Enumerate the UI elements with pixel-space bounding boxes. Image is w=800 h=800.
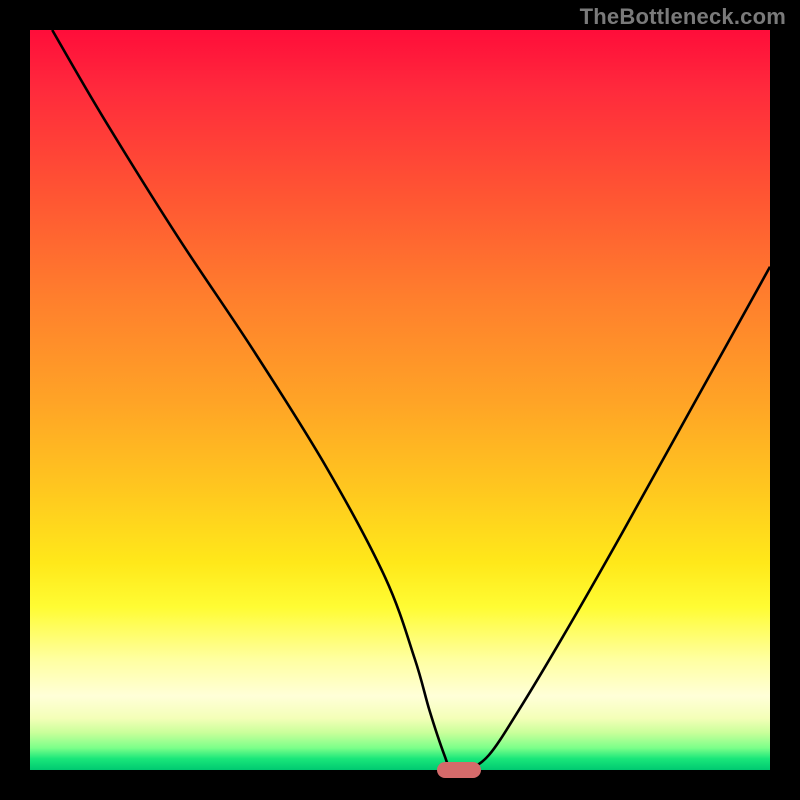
minimum-marker [437, 762, 481, 778]
bottleneck-curve [30, 30, 770, 770]
watermark-text: TheBottleneck.com [580, 4, 786, 30]
chart-container: TheBottleneck.com [0, 0, 800, 800]
